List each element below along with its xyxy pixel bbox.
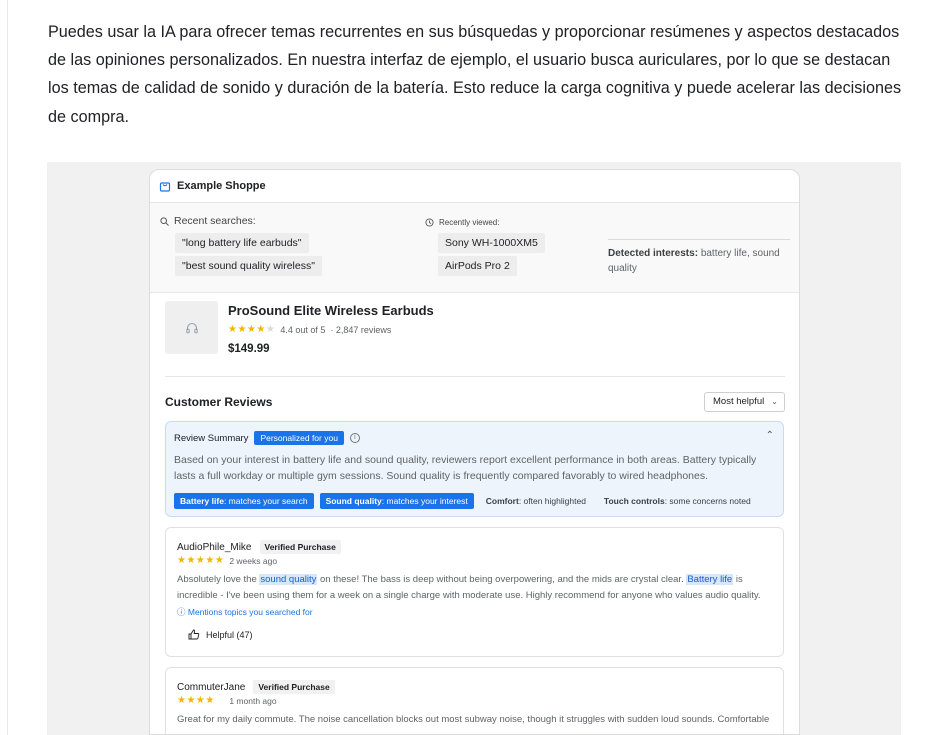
recent-search-chip[interactable]: "best sound quality wireless" [175, 256, 322, 276]
review-author-row: AudioPhile_Mike Verified Purchase [177, 540, 341, 554]
summary-tag[interactable]: Battery life: matches your search [174, 493, 314, 509]
verified-badge: Verified Purchase [253, 680, 335, 694]
chevron-up-icon[interactable]: ⌃ [766, 430, 774, 441]
rating-stars: ★★★★★ [228, 324, 276, 335]
example-stage: Example Shoppe Recent searches: "long ba… [47, 162, 901, 735]
page-left-rule [7, 0, 8, 735]
product-name[interactable]: ProSound Elite Wireless Earbuds [228, 303, 434, 318]
thumbs-up-icon [188, 629, 200, 640]
shopping-bag-icon [159, 182, 171, 192]
review-count[interactable]: · 2,847 reviews [330, 325, 391, 335]
intro-paragraph: Puedes usar la IA para ofrecer temas rec… [48, 23, 902, 126]
search-icon [160, 216, 169, 226]
reviews-header: Customer Reviews Most helpful ⌄ [165, 392, 785, 412]
detected-interests-label: Detected interests: [608, 248, 699, 259]
mentions-topics-note: ⓘ Mentions topics you searched for [177, 607, 313, 617]
verified-badge: Verified Purchase [259, 540, 341, 554]
review-summary-panel: Review Summary Personalized for you i ⌃ … [165, 421, 784, 517]
recent-searches-label: Recent searches: [160, 215, 256, 227]
recent-searches-text: Recent searches: [174, 215, 256, 227]
review-author[interactable]: AudioPhile_Mike [177, 542, 252, 553]
recently-viewed-chip[interactable]: Sony WH-1000XM5 [438, 233, 545, 253]
review-stars: ★★★★★ [177, 695, 225, 706]
review-summary-title: Review Summary [174, 432, 249, 444]
review-meta: ★★★★★ 1 month ago [177, 695, 277, 706]
summary-tags: Battery life: matches your search Sound … [174, 493, 757, 509]
review-stars: ★★★★★ [177, 555, 225, 566]
info-icon[interactable]: i [349, 433, 360, 443]
recent-activity-panel: Recent searches: "long battery life earb… [150, 203, 799, 293]
review-meta: ★★★★★ 2 weeks ago [177, 555, 277, 566]
shop-header: Example Shoppe [150, 170, 799, 203]
product-price: $149.99 [228, 343, 270, 355]
product-thumbnail[interactable] [165, 301, 218, 354]
sort-select[interactable]: Most helpful ⌄ [704, 392, 785, 412]
rating-text: 4.4 out of 5 [280, 324, 326, 335]
review-author-row: CommuterJane Verified Purchase [177, 680, 335, 694]
detected-interests: Detected interests: battery life, sound … [608, 239, 790, 276]
review-text: Great for my daily commute. The noise ca… [177, 714, 770, 725]
product-rating: ★★★★★ 4.4 out of 5 · 2,847 reviews [228, 324, 391, 335]
helpful-count: Helpful (47) [206, 629, 253, 640]
summary-tag[interactable]: Touch controls: some concerns noted [597, 493, 757, 509]
product-summary: ProSound Elite Wireless Earbuds ★★★★★ 4.… [165, 301, 785, 377]
summary-tag[interactable]: Sound quality: matches your interest [319, 493, 474, 509]
review-card: AudioPhile_Mike Verified Purchase ★★★★★ … [165, 527, 784, 657]
shop-card: Example Shoppe Recent searches: "long ba… [149, 169, 800, 735]
summary-tag[interactable]: Comfort: often highlighted [479, 493, 592, 509]
reviews-title: Customer Reviews [165, 395, 273, 409]
personalized-badge: Personalized for you [254, 431, 344, 445]
recently-viewed-text: Recently viewed: [439, 218, 500, 227]
helpful-button[interactable]: Helpful (47) [188, 629, 253, 640]
review-summary-body: Based on your interest in battery life a… [174, 454, 757, 482]
recently-viewed-label: Recently viewed: [425, 218, 499, 227]
sort-select-value: Most helpful [713, 396, 765, 407]
highlight-sound-quality: sound quality [259, 574, 318, 585]
headphones-icon [185, 322, 198, 333]
shop-name: Example Shoppe [177, 180, 266, 192]
clock-icon [425, 218, 434, 227]
highlight-battery-life: Battery life [686, 574, 734, 585]
recently-viewed-chip[interactable]: AirPods Pro 2 [438, 256, 517, 276]
review-card: CommuterJane Verified Purchase ★★★★★ 1 m… [165, 667, 784, 734]
review-date: 1 month ago [229, 695, 277, 706]
review-author[interactable]: CommuterJane [177, 682, 245, 693]
review-date: 2 weeks ago [229, 555, 278, 566]
review-text: Absolutely love the sound quality on the… [177, 574, 761, 601]
chevron-down-icon: ⌄ [771, 397, 778, 406]
review-summary-header: Review Summary Personalized for you i [174, 431, 360, 445]
recent-search-chip[interactable]: "long battery life earbuds" [175, 233, 309, 253]
